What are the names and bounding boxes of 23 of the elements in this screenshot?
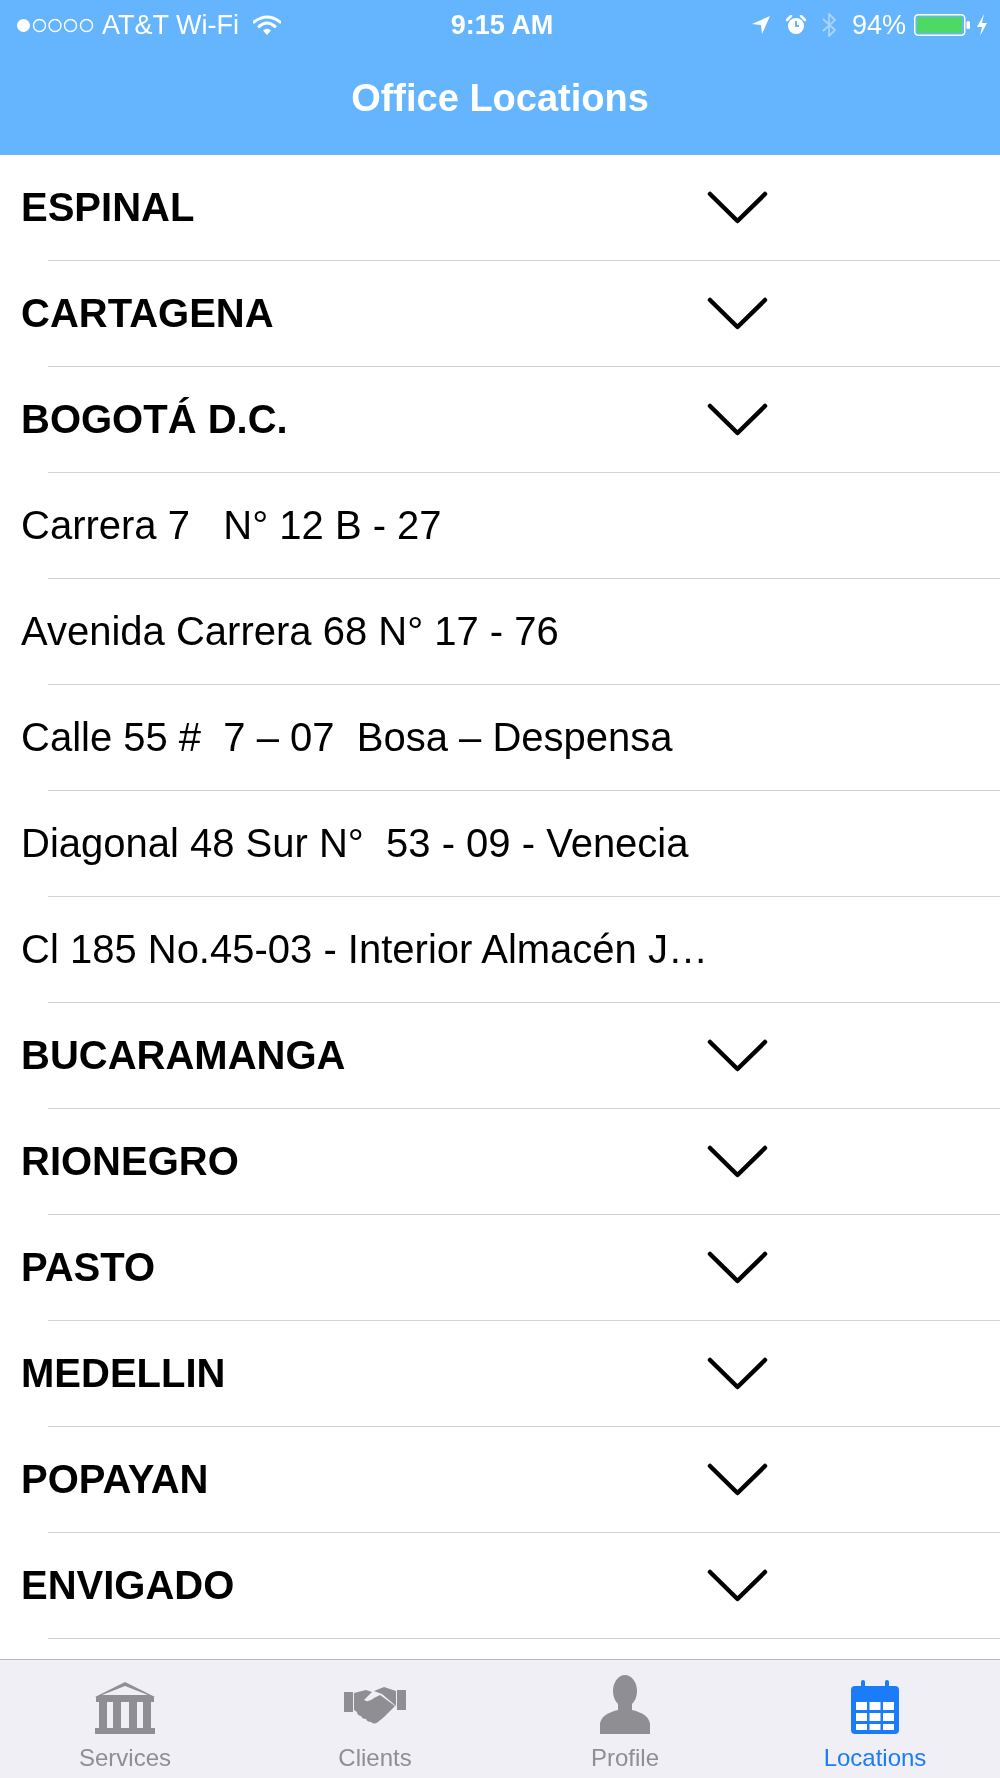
chevron-down-icon (706, 402, 769, 437)
carrier-name: AT&T Wi-Fi (102, 9, 239, 41)
battery-percent: 94% (851, 9, 906, 41)
charging-bolt-icon (976, 14, 988, 36)
chevron-down-icon (706, 1144, 769, 1179)
chevron-down-icon (706, 1356, 769, 1391)
bank-building-icon (94, 1682, 156, 1734)
wifi-icon (253, 15, 281, 35)
chevron-down-icon (706, 1568, 769, 1603)
battery-icon (914, 14, 970, 36)
chevron-down-icon (706, 1462, 769, 1497)
signal-icon (16, 17, 94, 33)
chevron-down-icon (706, 1038, 769, 1073)
screen-title: Office Locations (351, 77, 649, 120)
alarm-clock-icon (785, 15, 806, 35)
person-silhouette-icon (599, 1674, 651, 1734)
location-arrow-icon (751, 16, 770, 34)
clock-time: 9:15 AM (450, 9, 554, 41)
chevron-down-icon (706, 1250, 769, 1285)
calendar-icon (851, 1680, 899, 1734)
chevron-down-icon (706, 190, 769, 225)
chevron-down-icon (706, 296, 769, 331)
bluetooth-icon (821, 13, 836, 37)
